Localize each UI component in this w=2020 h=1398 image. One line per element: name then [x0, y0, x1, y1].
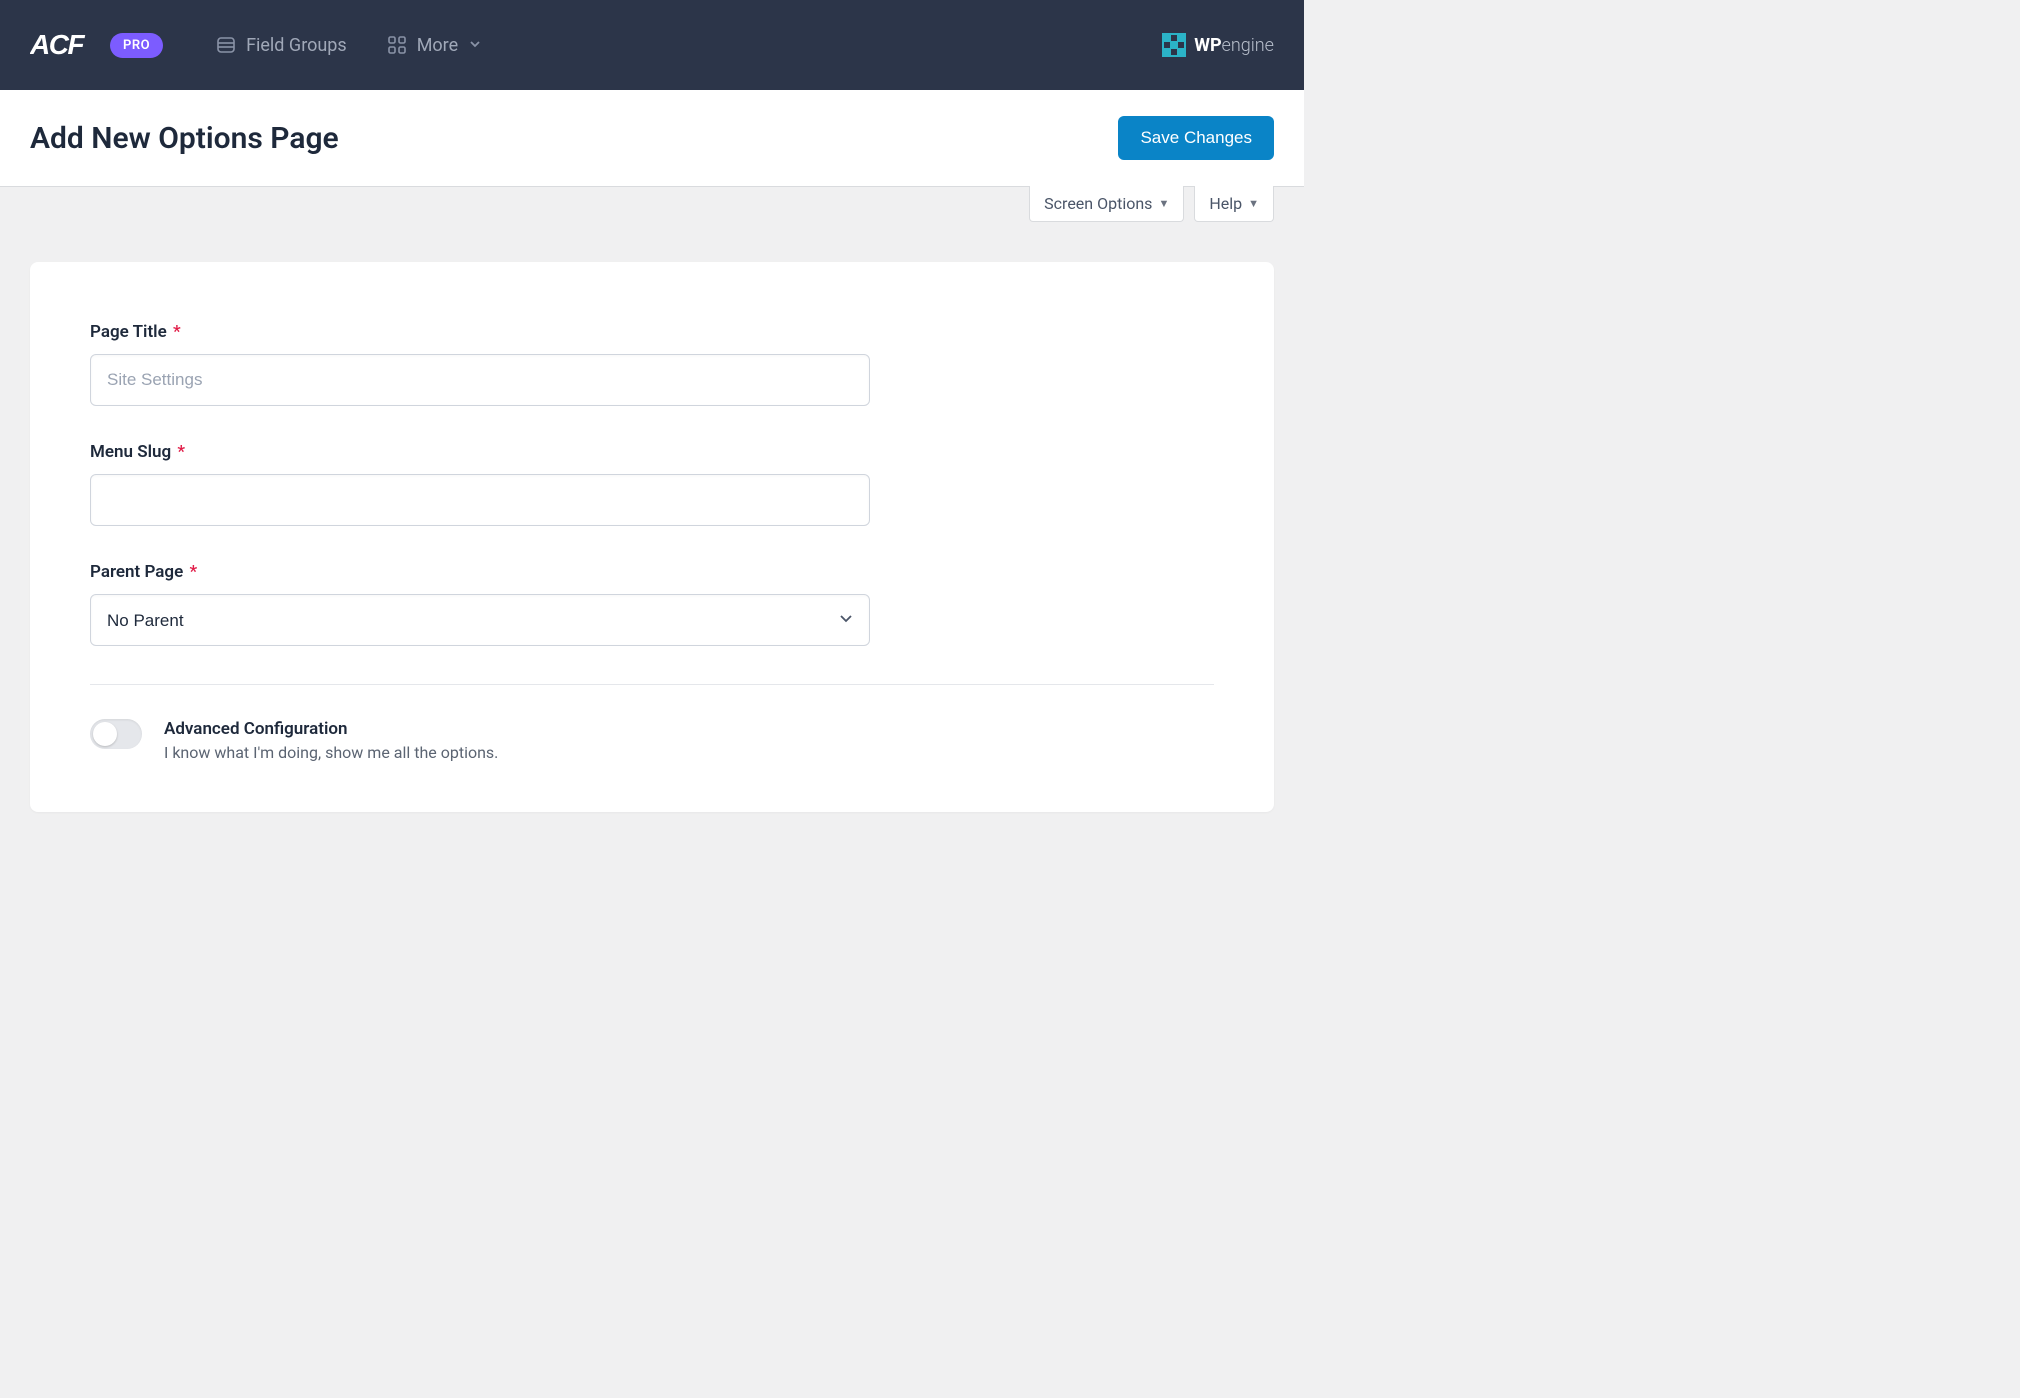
parent-page-select[interactable]: No Parent	[90, 594, 870, 646]
help-label: Help	[1209, 194, 1242, 213]
save-changes-button[interactable]: Save Changes	[1118, 116, 1274, 160]
top-navbar: ACF PRO Field Groups	[0, 0, 1304, 90]
field-page-title: Page Title *	[90, 322, 1214, 406]
pro-badge: PRO	[110, 33, 163, 58]
page-title: Add New Options Page	[30, 121, 339, 156]
page-title-label: Page Title *	[90, 322, 1214, 342]
topbar-left: ACF PRO Field Groups	[30, 30, 482, 60]
required-asterisk: *	[185, 562, 197, 582]
grid-icon	[387, 35, 407, 55]
form-card: Page Title * Menu Slug * Parent Page * N…	[30, 262, 1274, 812]
nav-items: Field Groups More	[216, 35, 482, 56]
toggle-knob	[93, 722, 117, 746]
wpengine-text: WPengine	[1194, 35, 1274, 56]
page-header: Add New Options Page Save Changes	[0, 90, 1304, 187]
wpengine-logo[interactable]: WPengine	[1162, 33, 1274, 57]
acf-logo[interactable]: ACF PRO	[30, 30, 163, 60]
screen-options-label: Screen Options	[1044, 194, 1152, 213]
meta-tabs: Screen Options ▼ Help ▼	[0, 186, 1304, 222]
menu-slug-input[interactable]	[90, 474, 870, 526]
advanced-config-toggle[interactable]	[90, 719, 142, 749]
required-asterisk: *	[169, 322, 181, 342]
nav-field-groups[interactable]: Field Groups	[216, 35, 347, 56]
screen-options-tab[interactable]: Screen Options ▼	[1029, 186, 1184, 222]
advanced-config-row: Advanced Configuration I know what I'm d…	[90, 719, 1214, 762]
triangle-down-icon: ▼	[1248, 197, 1259, 210]
triangle-down-icon: ▼	[1158, 197, 1169, 210]
required-asterisk: *	[173, 442, 185, 462]
nav-field-groups-label: Field Groups	[246, 35, 347, 56]
svg-text:ACF: ACF	[30, 30, 85, 60]
layers-icon	[216, 35, 236, 55]
advanced-config-description: I know what I'm doing, show me all the o…	[164, 743, 498, 762]
advanced-config-title: Advanced Configuration	[164, 719, 498, 739]
menu-slug-label: Menu Slug *	[90, 442, 1214, 462]
divider	[90, 684, 1214, 685]
nav-more[interactable]: More	[387, 35, 482, 56]
advanced-config-text: Advanced Configuration I know what I'm d…	[164, 719, 498, 762]
page-title-input[interactable]	[90, 354, 870, 406]
field-parent-page: Parent Page * No Parent	[90, 562, 1214, 646]
field-menu-slug: Menu Slug *	[90, 442, 1214, 526]
chevron-down-icon	[468, 35, 482, 56]
parent-page-label: Parent Page *	[90, 562, 1214, 582]
help-tab[interactable]: Help ▼	[1194, 186, 1274, 222]
nav-more-label: More	[417, 35, 458, 56]
wpengine-mark-icon	[1162, 33, 1186, 57]
acf-logo-text: ACF	[30, 30, 100, 60]
